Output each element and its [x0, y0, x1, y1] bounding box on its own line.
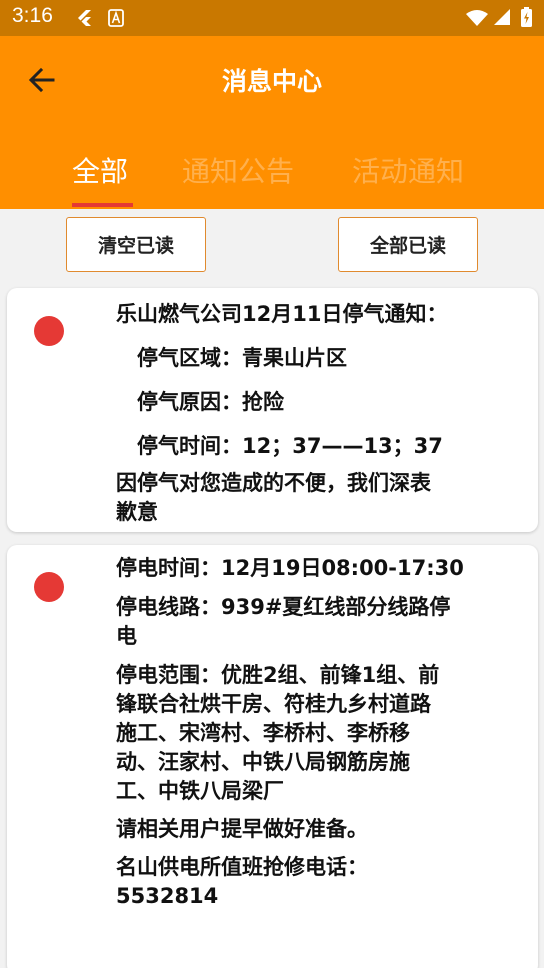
tab-activity[interactable]: 活动通知: [352, 150, 464, 190]
message-line: 电: [116, 624, 137, 648]
tab-indicator: [72, 203, 133, 207]
tab-notices[interactable]: 通知公告: [182, 150, 294, 190]
unread-dot: [34, 572, 64, 602]
message-line: 请相关用户提早做好准备。: [116, 817, 368, 841]
message-line: 锋联合社烘干房、符桂九乡村道路: [116, 692, 431, 716]
message-line: 5532814: [116, 884, 219, 908]
page-title: 消息中心: [221, 67, 322, 96]
message-line: 停气区域：青果山片区: [137, 346, 347, 370]
message-line: 工、中铁八局梁厂: [116, 779, 284, 803]
tab-all[interactable]: 全部: [72, 150, 128, 190]
clear-read-button[interactable]: 清空已读: [66, 217, 206, 272]
cellular-signal-icon: [494, 9, 510, 25]
wifi-icon: [466, 10, 488, 26]
message-line: 乐山燃气公司12月11日停气通知：: [116, 302, 448, 326]
message-card[interactable]: 乐山燃气公司12月11日停气通知： 停气区域：青果山片区 停气原因：抢险 停气时…: [7, 288, 538, 532]
message-line: 停电时间：12月19日08:00-17:30: [116, 556, 464, 580]
mark-all-read-button[interactable]: 全部已读: [338, 217, 478, 272]
battery-charging-icon: [521, 7, 532, 27]
status-bar: 3:16: [0, 0, 544, 36]
app-header: 消息中心 全部 通知公告 活动通知: [0, 36, 544, 209]
message-line: 停气原因：抢险: [137, 390, 284, 414]
message-line: 施工、宋湾村、李桥村、李桥移: [116, 721, 410, 745]
status-time: 3:16: [12, 4, 53, 27]
message-line: 停电线路：939#夏红线部分线路停: [116, 595, 451, 619]
message-line: 停气时间：12；37——13；37: [137, 434, 443, 458]
message-line: 因停气对您造成的不便，我们深表: [116, 471, 431, 495]
message-body: 停电时间：12月19日08:00-17:30 停电线路：939#夏红线部分线路停…: [116, 554, 516, 911]
message-line: 动、汪家村、中铁八局钢筋房施: [116, 750, 410, 774]
message-line: 停电范围：优胜2组、前锋1组、前: [116, 663, 440, 687]
font-a-icon: [108, 9, 124, 27]
message-line: 名山供电所值班抢修电话：: [116, 855, 368, 879]
message-body: 乐山燃气公司12月11日停气通知： 停气区域：青果山片区 停气原因：抢险 停气时…: [116, 300, 516, 527]
message-card[interactable]: 停电时间：12月19日08:00-17:30 停电线路：939#夏红线部分线路停…: [7, 545, 538, 968]
flutter-icon: [78, 10, 91, 26]
message-line: 歉意: [116, 500, 158, 524]
unread-dot: [34, 316, 64, 346]
